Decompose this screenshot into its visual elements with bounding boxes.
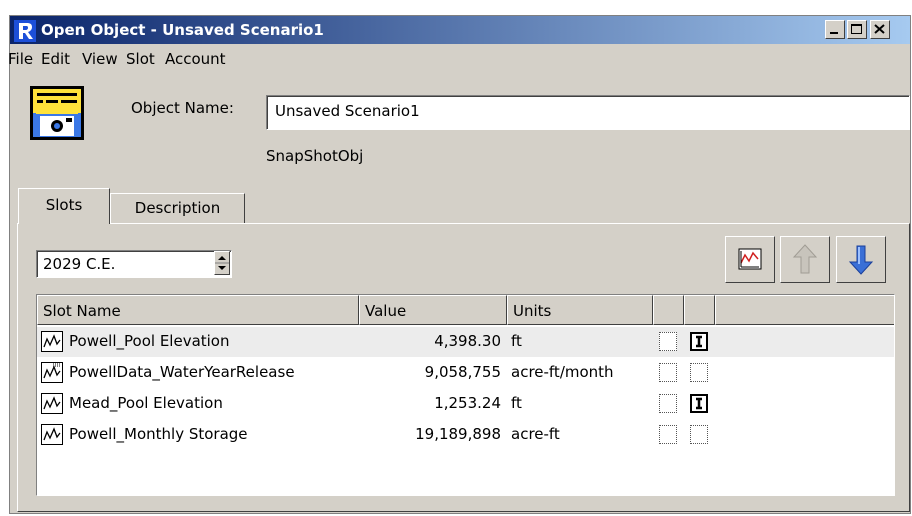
- plot-icon: [738, 248, 762, 270]
- close-button[interactable]: [870, 20, 890, 39]
- series-slot-icon: [41, 331, 63, 352]
- header-flag-2[interactable]: [684, 295, 715, 325]
- menu-edit[interactable]: Edit: [41, 50, 70, 68]
- slot-value: 9,058,755: [424, 363, 501, 381]
- header-units-label: Units: [513, 302, 552, 320]
- slot-units: acre-ft/month: [511, 363, 614, 381]
- flag-off-icon[interactable]: [659, 332, 677, 351]
- slot-table: Slot Name Value Units Powell_Pool Elevat…: [36, 294, 895, 496]
- slot-value: 1,253.24: [434, 394, 501, 412]
- flag-off-icon[interactable]: [659, 425, 677, 444]
- slot-value: 19,189,898: [415, 425, 501, 443]
- header-flag-1[interactable]: [653, 295, 684, 325]
- menu-view[interactable]: View: [82, 50, 118, 68]
- date-spinner[interactable]: [214, 251, 230, 275]
- slot-name: Mead_Pool Elevation: [69, 394, 223, 412]
- tab-slots-label: Slots: [45, 196, 83, 214]
- input-flag-icon[interactable]: [690, 332, 708, 351]
- tab-slots[interactable]: Slots: [18, 188, 110, 224]
- menu-slot[interactable]: Slot: [126, 50, 155, 68]
- plot-button[interactable]: [725, 236, 775, 283]
- minimize-button[interactable]: [825, 20, 845, 39]
- title-bar[interactable]: Open Object - Unsaved Scenario1: [10, 16, 910, 44]
- menu-file[interactable]: File: [8, 50, 33, 68]
- series-slot-icon: [41, 393, 63, 414]
- flag-off-icon[interactable]: [690, 425, 708, 444]
- input-flag-icon[interactable]: [690, 394, 708, 413]
- slot-name: Powell_Monthly Storage: [69, 425, 248, 443]
- slot-units: ft: [511, 332, 522, 350]
- table-row[interactable]: Powell_Pool Elevation 4,398.30 ft: [37, 327, 894, 357]
- move-down-icon: [848, 245, 874, 275]
- maximize-button[interactable]: [847, 20, 867, 39]
- menu-account[interactable]: Account: [165, 50, 226, 68]
- slot-units: acre-ft: [511, 425, 560, 443]
- table-row[interactable]: Mead_Pool Elevation 1,253.24 ft: [37, 389, 894, 419]
- object-name-field[interactable]: Unsaved Scenario1: [266, 95, 910, 130]
- close-icon: [874, 24, 885, 34]
- slot-name: Powell_Pool Elevation: [69, 332, 230, 350]
- tab-description[interactable]: Description: [110, 193, 245, 223]
- move-up-icon: [792, 244, 818, 274]
- object-type-label: SnapShotObj: [266, 147, 364, 165]
- table-row[interactable]: PowellData_WaterYearRelease 9,058,755 ac…: [37, 358, 894, 388]
- header-units[interactable]: Units: [507, 295, 653, 325]
- date-value: 2029 C.E.: [43, 255, 116, 273]
- slot-units: ft: [511, 394, 522, 412]
- series-data-slot-icon: [41, 362, 63, 383]
- object-name-value: Unsaved Scenario1: [275, 102, 420, 120]
- flag-off-icon[interactable]: [690, 363, 708, 382]
- object-name-label: Object Name:: [131, 99, 234, 117]
- header-value[interactable]: Value: [359, 295, 507, 325]
- snapshot-object-icon: [30, 86, 84, 140]
- table-row[interactable]: Powell_Monthly Storage 19,189,898 acre-f…: [37, 420, 894, 450]
- maximize-icon: [851, 24, 862, 34]
- slot-name: PowellData_WaterYearRelease: [69, 363, 295, 381]
- header-slot-name-label: Slot Name: [43, 302, 121, 320]
- menu-bar: File Edit View Slot Account: [8, 44, 910, 74]
- series-slot-icon: [41, 424, 63, 445]
- date-field[interactable]: 2029 C.E.: [36, 250, 232, 278]
- flag-off-icon[interactable]: [659, 394, 677, 413]
- window-title: Open Object - Unsaved Scenario1: [41, 21, 324, 39]
- riverware-app-icon: [14, 20, 36, 42]
- move-down-button[interactable]: [836, 236, 886, 283]
- header-blank: [715, 295, 894, 325]
- header-slot-name[interactable]: Slot Name: [37, 295, 359, 325]
- spin-up-down-icon: [215, 256, 229, 270]
- tab-description-label: Description: [134, 199, 221, 217]
- header-value-label: Value: [365, 302, 407, 320]
- minimize-icon: [830, 32, 838, 34]
- move-up-button[interactable]: [780, 236, 830, 283]
- slot-value: 4,398.30: [434, 332, 501, 350]
- flag-off-icon[interactable]: [659, 363, 677, 382]
